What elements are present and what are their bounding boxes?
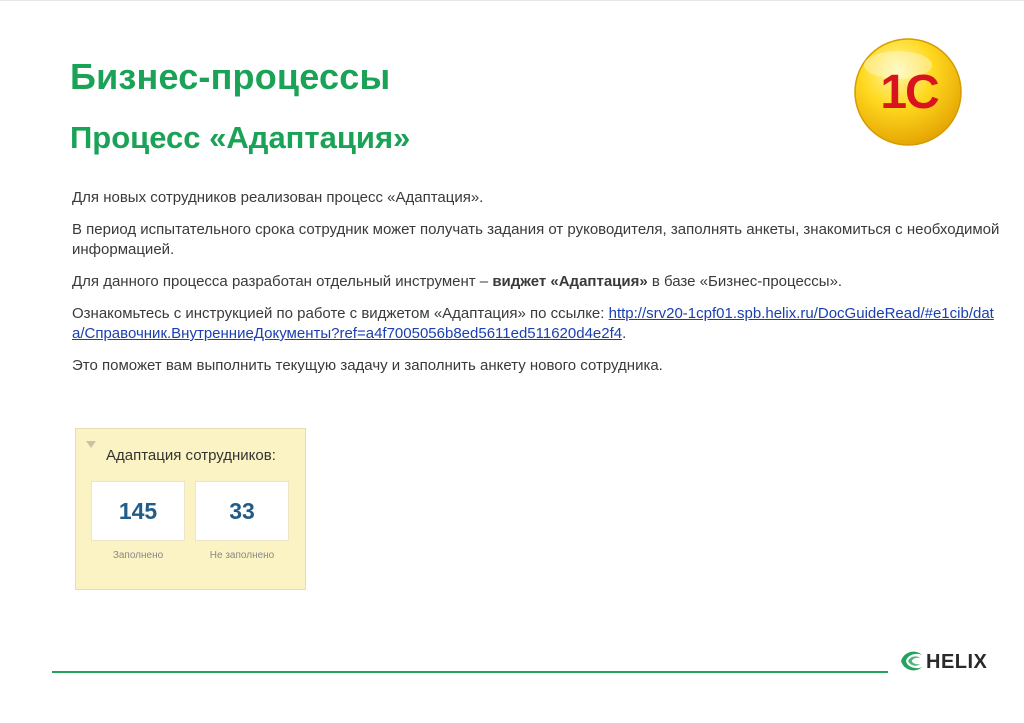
text-span: .	[622, 325, 627, 342]
top-divider	[0, 0, 1024, 1]
page-subtitle: Процесс «Адаптация»	[70, 120, 411, 155]
widget-name-bold: виджет «Адаптация»	[492, 273, 648, 290]
footer-brand: HELIX	[926, 651, 988, 673]
caret-down-icon[interactable]	[86, 441, 96, 448]
paragraph: Для данного процесса разработан отдельны…	[72, 272, 1004, 292]
page-title: Бизнес-процессы	[70, 56, 391, 97]
text-span: в базе «Бизнес-процессы».	[647, 273, 843, 290]
text-span: Ознакомьтесь с инструкцией по работе с в…	[72, 305, 609, 322]
footer-divider	[52, 671, 888, 673]
text-span: Для данного процесса разработан отдельны…	[72, 273, 493, 290]
1c-logo-icon: 1С	[854, 38, 962, 146]
adaptation-widget[interactable]: Адаптация сотрудников: 145 33 Заполнено …	[75, 428, 306, 590]
widget-title: Адаптация сотрудников:	[106, 447, 276, 464]
logo-text: 1С	[880, 66, 939, 119]
filled-label: Заполнено	[112, 550, 164, 561]
not-filled-label: Не заполнено	[209, 550, 275, 561]
paragraph: В период испытательного срока сотрудник …	[72, 221, 1000, 258]
paragraph: Для новых сотрудников реализован процесс…	[72, 189, 484, 206]
body-text: Для новых сотрудников реализован процесс…	[72, 188, 1004, 388]
paragraph: Это поможет вам выполнить текущую задачу…	[72, 357, 663, 374]
paragraph: Ознакомьтесь с инструкцией по работе с в…	[72, 304, 1004, 344]
slide: Бизнес-процессы Процесс «Адаптация» 1С Д…	[0, 0, 1024, 723]
filled-count[interactable]: 145	[91, 481, 185, 541]
not-filled-count[interactable]: 33	[195, 481, 289, 541]
